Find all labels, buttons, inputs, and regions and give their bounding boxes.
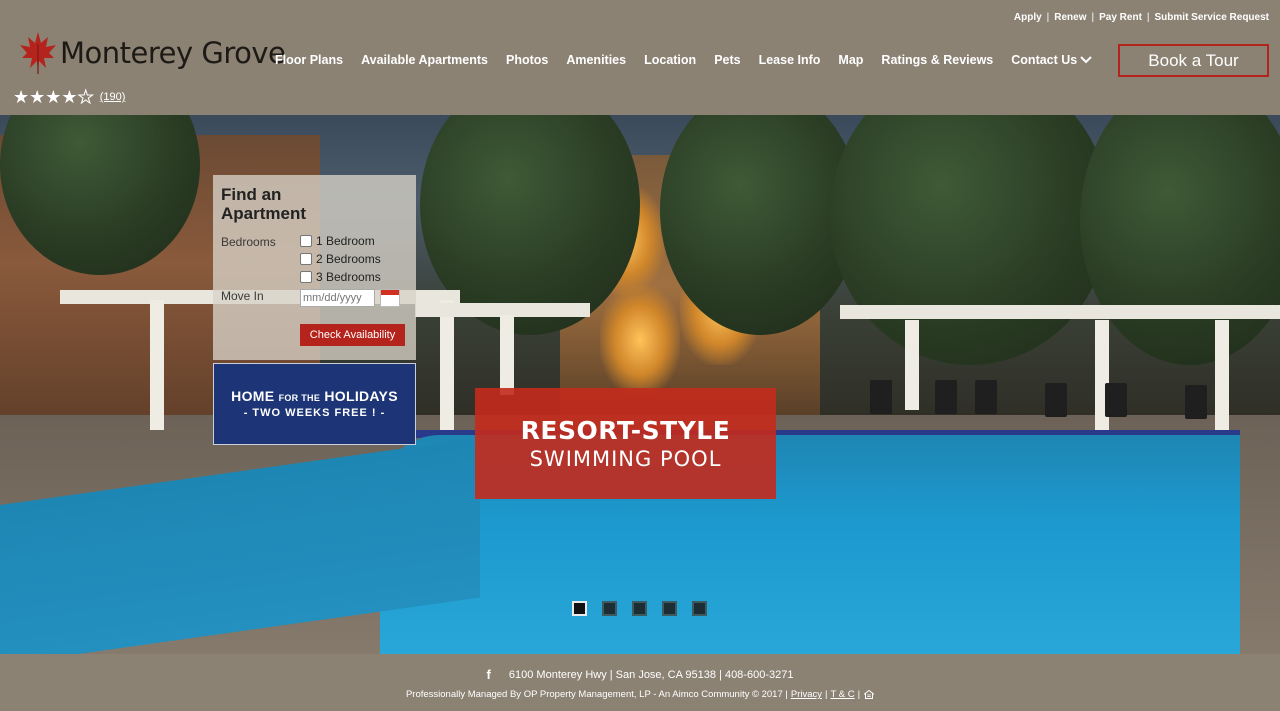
star-filled-icon: ★	[45, 87, 62, 107]
lounge-chair	[975, 380, 997, 414]
pergola-pillar	[500, 315, 514, 395]
divider: |	[1091, 12, 1095, 23]
nav-contact-us-label: Contact Us	[1011, 53, 1078, 67]
star-filled-icon: ★	[29, 87, 46, 107]
divider: |	[857, 689, 861, 700]
promo-title: RESORT-STYLE	[520, 416, 731, 445]
finder-title-line2: Apartment	[221, 204, 307, 223]
lounge-chair	[935, 380, 957, 414]
footer-address: 6100 Monterey Hwy | San Jose, CA 95138 |…	[508, 668, 794, 681]
find-apartment-panel: Find an Apartment Bedrooms 1 Bedroom 2 B…	[213, 175, 416, 360]
checkbox[interactable]	[300, 253, 312, 265]
nav-contact-us[interactable]: Contact Us	[1002, 53, 1101, 67]
site-header: Apply | Renew | Pay Rent | Submit Servic…	[0, 0, 1280, 115]
footer-contact: f 6100 Monterey Hwy | San Jose, CA 95138…	[0, 667, 1280, 682]
footer-managed-text: Professionally Managed By OP Property Ma…	[405, 689, 788, 700]
bedroom-option-1[interactable]: 1 Bedroom	[300, 234, 375, 248]
holiday-subtitle: - TWO WEEKS FREE ! -	[243, 407, 386, 419]
nav-location[interactable]: Location	[635, 53, 705, 67]
book-a-tour-button[interactable]: Book a Tour	[1118, 44, 1269, 77]
slide-dot-active[interactable]	[572, 601, 587, 616]
lounge-chair	[1045, 383, 1067, 417]
submit-service-request-link[interactable]: Submit Service Request	[1155, 12, 1269, 23]
nav-amenities[interactable]: Amenities	[557, 53, 635, 67]
terms-link[interactable]: T & C	[830, 689, 854, 700]
holiday-title: HOME FOR THE HOLIDAYS	[214, 388, 415, 404]
chevron-down-icon	[1080, 56, 1092, 64]
nav-floor-plans[interactable]: Floor Plans	[266, 53, 352, 67]
holiday-for-the: FOR THE	[278, 393, 321, 403]
star-filled-icon: ★	[13, 87, 30, 107]
site-footer: f 6100 Monterey Hwy | San Jose, CA 95138…	[0, 654, 1280, 711]
nav-photos[interactable]: Photos	[497, 53, 557, 67]
apply-link[interactable]: Apply	[1014, 12, 1042, 23]
site-logo[interactable]: Monterey Grove	[18, 30, 286, 76]
lounge-chair	[870, 380, 892, 414]
star-empty-icon: ★	[77, 87, 94, 107]
pergola-pillar	[905, 320, 919, 410]
finder-title-line1: Find an	[221, 185, 282, 204]
nav-available-apartments[interactable]: Available Apartments	[352, 53, 497, 67]
slide-dot[interactable]	[662, 601, 677, 616]
facebook-icon[interactable]: f	[487, 667, 491, 682]
renew-link[interactable]: Renew	[1054, 12, 1086, 23]
checkbox[interactable]	[300, 271, 312, 283]
nav-ratings-reviews[interactable]: Ratings & Reviews	[872, 53, 1002, 67]
move-in-label: Move In	[221, 289, 264, 303]
star-rating: ★ ★ ★ ★ ★	[13, 87, 94, 107]
privacy-link[interactable]: Privacy	[791, 689, 822, 700]
pay-rent-link[interactable]: Pay Rent	[1099, 12, 1142, 23]
slideshow-dots	[572, 601, 722, 616]
bedroom-option-2[interactable]: 2 Bedrooms	[300, 252, 381, 266]
maple-leaf-icon	[20, 32, 56, 74]
bedroom-option-label: 2 Bedrooms	[316, 252, 381, 266]
star-filled-icon: ★	[61, 87, 78, 107]
divider: |	[825, 689, 828, 700]
bedrooms-label: Bedrooms	[221, 235, 276, 249]
holiday-holidays: HOLIDAYS	[324, 388, 398, 404]
holiday-special-banner[interactable]: HOME FOR THE HOLIDAYS - TWO WEEKS FREE !…	[213, 363, 416, 445]
lounge-chair	[1185, 385, 1207, 419]
logo-text: Monterey Grove	[60, 36, 286, 70]
calendar-icon[interactable]	[380, 289, 400, 307]
nav-lease-info[interactable]: Lease Info	[750, 53, 830, 67]
lounge-chair	[1105, 383, 1127, 417]
pergola-pillar	[1215, 320, 1229, 430]
pergola-pillar	[150, 300, 164, 430]
nav-map[interactable]: Map	[829, 53, 872, 67]
promo-subtitle: SWIMMING POOL	[529, 447, 722, 471]
rating-summary: ★ ★ ★ ★ ★ (190)	[13, 87, 126, 107]
promo-banner: RESORT-STYLE SWIMMING POOL	[475, 388, 776, 499]
bedroom-option-label: 3 Bedrooms	[316, 270, 381, 284]
bedroom-option-label: 1 Bedroom	[316, 234, 375, 248]
main-nav: Floor Plans Available Apartments Photos …	[266, 53, 1101, 67]
slide-dot[interactable]	[692, 601, 707, 616]
window-light	[600, 285, 680, 395]
footer-legal: Professionally Managed By OP Property Ma…	[0, 689, 1280, 700]
utility-nav: Apply | Renew | Pay Rent | Submit Servic…	[1014, 12, 1269, 23]
divider: |	[1046, 12, 1050, 23]
pergola-pillar	[440, 300, 454, 430]
hero-slideshow: RESORT-STYLE SWIMMING POOL	[0, 115, 1280, 654]
bedroom-option-3[interactable]: 3 Bedrooms	[300, 270, 381, 284]
equal-housing-icon[interactable]	[864, 690, 875, 699]
nav-pets[interactable]: Pets	[705, 53, 749, 67]
move-in-date-input[interactable]	[300, 289, 375, 307]
holiday-home: HOME	[231, 388, 275, 404]
finder-title: Find an Apartment	[221, 185, 306, 223]
check-availability-button[interactable]: Check Availability	[300, 324, 405, 346]
divider: |	[1146, 12, 1150, 23]
review-count-link[interactable]: (190)	[100, 91, 126, 103]
pergola-right	[840, 305, 1280, 319]
slide-dot[interactable]	[602, 601, 617, 616]
checkbox[interactable]	[300, 235, 312, 247]
slide-dot[interactable]	[632, 601, 647, 616]
